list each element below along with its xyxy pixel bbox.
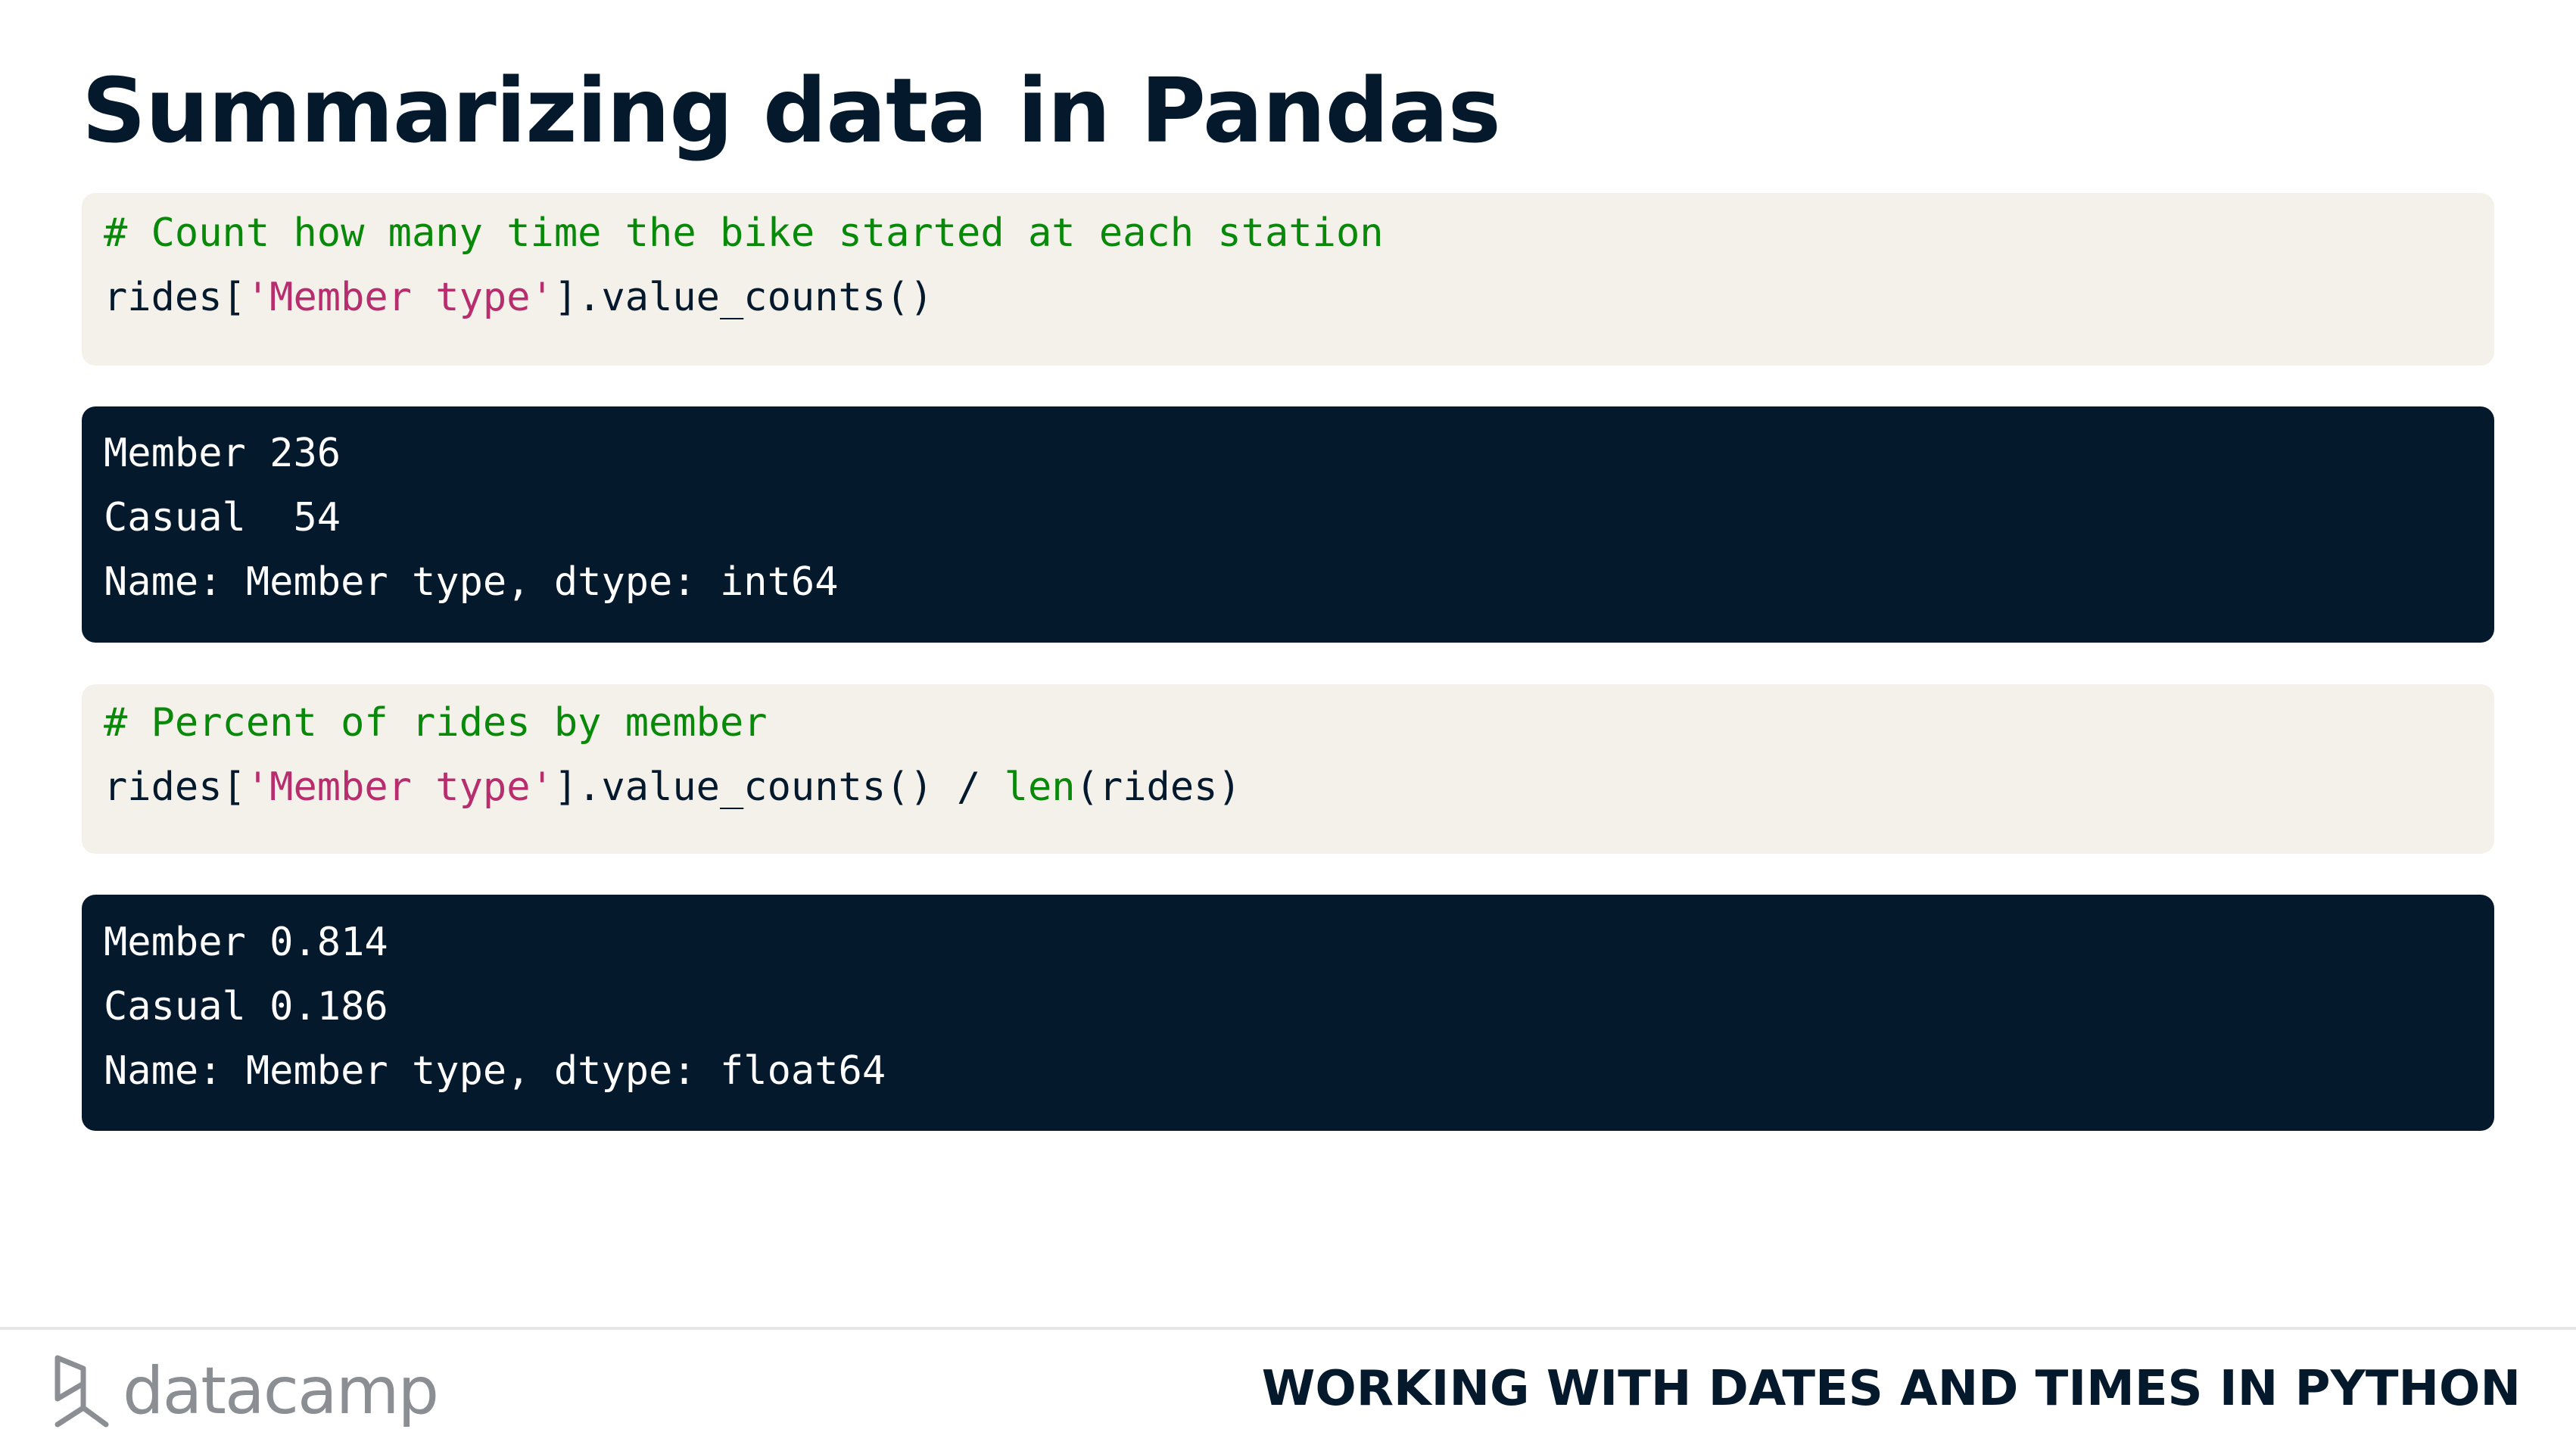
code-block-percent: # Percent of rides by member rides['Memb… xyxy=(82,684,2494,854)
output-line: Casual 54 xyxy=(104,495,341,540)
output-block-percent: Member 0.814 Casual 0.186 Name: Member t… xyxy=(82,895,2494,1131)
logo-wordmark: datacamp xyxy=(123,1353,439,1429)
code-text: (rides) xyxy=(1075,764,1241,810)
code-text: rides[ xyxy=(104,764,246,810)
comment-text: # Count how many time the bike started a… xyxy=(104,210,1384,256)
datacamp-logo-icon xyxy=(55,1355,109,1428)
comment-text: # Percent of rides by member xyxy=(104,700,768,746)
builtin-function: len xyxy=(1004,764,1076,810)
output-block-counts: Member 236 Casual 54 Name: Member type, … xyxy=(82,406,2494,643)
string-literal: 'Member type' xyxy=(245,764,554,810)
output-line: Casual 0.186 xyxy=(104,984,388,1029)
code-comment: # Count how many time the bike started a… xyxy=(104,201,2494,266)
output-line: Name: Member type, dtype: float64 xyxy=(104,1048,886,1094)
code-text: ].value_counts() xyxy=(553,275,933,320)
code-text: ].value_counts() / xyxy=(553,764,1005,810)
string-literal: 'Member type' xyxy=(245,275,554,320)
slide-title: Summarizing data in Pandas xyxy=(82,58,1501,163)
code-comment: # Percent of rides by member xyxy=(104,691,2494,755)
code-block-value-counts: # Count how many time the bike started a… xyxy=(82,193,2494,366)
code-text: rides[ xyxy=(104,275,246,320)
code-line: rides['Member type'].value_counts() xyxy=(104,266,2494,330)
datacamp-logo: datacamp xyxy=(53,1350,439,1433)
course-title: WORKING WITH DATES AND TIMES IN PYTHON xyxy=(1261,1361,2521,1417)
footer-divider xyxy=(0,1327,2576,1330)
code-line: rides['Member type'].value_counts() / le… xyxy=(104,755,2494,820)
output-line: Member 0.814 xyxy=(104,920,388,965)
output-line: Name: Member type, dtype: int64 xyxy=(104,559,839,605)
output-line: Member 236 xyxy=(104,431,341,476)
